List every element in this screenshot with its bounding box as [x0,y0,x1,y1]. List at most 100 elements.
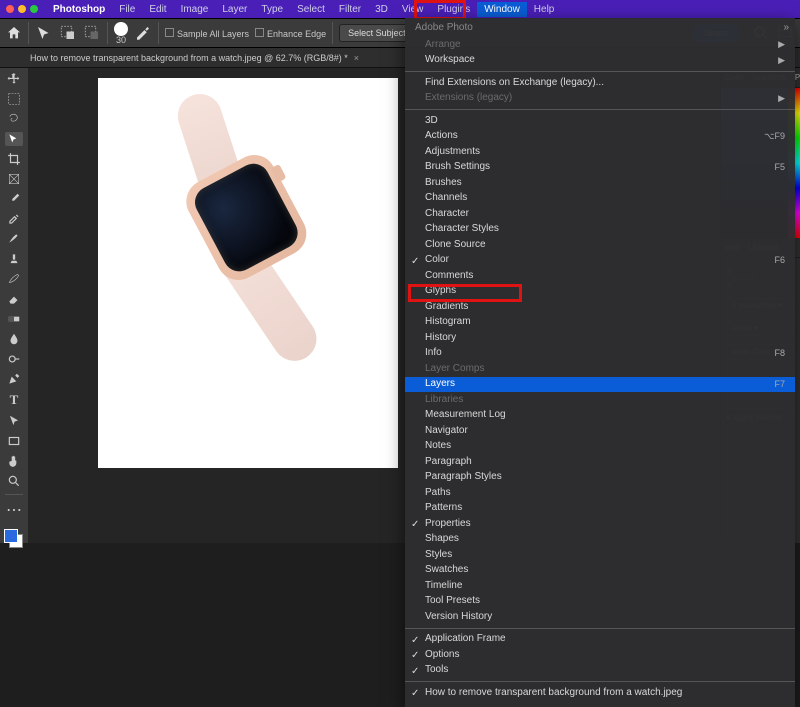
menubar: Photoshop File Edit Image Layer Type Sel… [0,0,800,18]
menu-item-options[interactable]: ✓Options [405,647,795,663]
menu-item-info[interactable]: InfoF8 [405,346,795,362]
document-artboard [98,78,398,468]
menu-item-channels[interactable]: Channels [405,191,795,207]
menu-item-3d[interactable]: 3D [405,113,795,129]
brush-size-preview[interactable]: 30 [114,22,128,45]
menu-item-navigator[interactable]: Navigator [405,423,795,439]
select-subject-button[interactable]: Select Subject [339,24,415,42]
enhance-edge-checkbox[interactable]: Enhance Edge [255,28,326,39]
menu-item-notes[interactable]: Notes [405,439,795,455]
menu-image[interactable]: Image [174,2,216,17]
menu-item-swatches[interactable]: Swatches [405,563,795,579]
menu-item-application-frame[interactable]: ✓Application Frame [405,632,795,648]
menu-item-history[interactable]: History [405,330,795,346]
frame-tool-icon[interactable] [5,172,23,186]
maximize-window-icon[interactable] [30,5,38,13]
minimize-window-icon[interactable] [18,5,26,13]
menu-window[interactable]: Window [477,2,527,17]
menu-edit[interactable]: Edit [142,2,173,17]
menu-item-brushes[interactable]: Brushes [405,175,795,191]
window-menu-dropdown: » Adobe Photo Arrange▶Workspace▶ Find Ext… [405,18,795,707]
window-controls [6,5,38,13]
document-tab[interactable]: How to remove transparent background fro… [30,53,348,63]
menu-item-how-to-remove-transparent-background-from-a-watch-jpeg[interactable]: ✓How to remove transparent background fr… [405,685,795,701]
brush-settings-icon[interactable] [134,24,152,42]
hand-tool-icon[interactable] [5,454,23,468]
menu-item-layer-comps: Layer Comps [405,361,795,377]
menu-item-layers[interactable]: LayersF7 [405,377,795,393]
foreground-color-swatch[interactable] [4,529,18,543]
menu-item-glyphs[interactable]: Glyphs [405,284,795,300]
collapse-menu-icon[interactable]: » [783,22,789,33]
menu-item-timeline[interactable]: Timeline [405,578,795,594]
menu-select[interactable]: Select [290,2,332,17]
edit-toolbar-icon[interactable]: ⋯ [5,501,23,519]
menu-help[interactable]: Help [527,2,562,17]
dodge-tool-icon[interactable] [5,352,23,366]
marquee-tool-icon[interactable] [5,92,23,106]
clone-stamp-tool-icon[interactable] [5,252,23,266]
menu-item-shapes[interactable]: Shapes [405,532,795,548]
tools-panel: T ⋯ [0,68,28,543]
blur-tool-icon[interactable] [5,332,23,346]
healing-brush-tool-icon[interactable] [5,212,23,226]
quick-select-tool-icon[interactable] [35,24,53,42]
path-selection-tool-icon[interactable] [5,414,23,428]
menu-item-actions[interactable]: Actions⌥F9 [405,129,795,145]
home-icon[interactable] [6,25,22,41]
menu-item-adjustments[interactable]: Adjustments [405,144,795,160]
menu-item-properties[interactable]: ✓Properties [405,516,795,532]
move-tool-icon[interactable] [5,72,23,86]
menu-layer[interactable]: Layer [215,2,254,17]
menu-3d[interactable]: 3D [368,2,395,17]
crop-tool-icon[interactable] [5,152,23,166]
menu-item-gradients[interactable]: Gradients [405,299,795,315]
eraser-tool-icon[interactable] [5,292,23,306]
menu-item-color[interactable]: ✓ColorF6 [405,253,795,269]
history-brush-tool-icon[interactable] [5,272,23,286]
menu-item-paragraph[interactable]: Paragraph [405,454,795,470]
menu-item-tool-presets[interactable]: Tool Presets [405,594,795,610]
menu-filter[interactable]: Filter [332,2,368,17]
menu-item-comments[interactable]: Comments [405,268,795,284]
menu-item-character[interactable]: Character [405,206,795,222]
pen-tool-icon[interactable] [5,372,23,386]
add-selection-icon[interactable] [59,24,77,42]
menu-item-workspace[interactable]: Workspace▶ [405,53,795,69]
eyedropper-tool-icon[interactable] [5,192,23,206]
menu-item-histogram[interactable]: Histogram [405,315,795,331]
subtract-selection-icon[interactable] [83,24,101,42]
menu-item-tools[interactable]: ✓Tools [405,663,795,679]
menu-header: Adobe Photo [405,18,795,37]
lasso-tool-icon[interactable] [5,112,23,126]
type-tool-icon[interactable]: T [5,392,23,408]
close-tab-icon[interactable]: × [354,53,359,63]
rectangle-tool-icon[interactable] [5,434,23,448]
menu-item-paths[interactable]: Paths [405,485,795,501]
menu-item-measurement-log[interactable]: Measurement Log [405,408,795,424]
sample-all-layers-checkbox[interactable]: Sample All Layers [165,28,249,39]
gradient-tool-icon[interactable] [5,312,23,326]
menu-item-styles[interactable]: Styles [405,547,795,563]
quick-selection-tool-icon[interactable] [5,132,23,146]
menu-file[interactable]: File [112,2,142,17]
close-window-icon[interactable] [6,5,14,13]
menu-item-brush-settings[interactable]: Brush SettingsF5 [405,160,795,176]
menu-view[interactable]: View [395,2,431,17]
menu-item-clone-source[interactable]: Clone Source [405,237,795,253]
menu-item-character-styles[interactable]: Character Styles [405,222,795,238]
menu-item-libraries: Libraries [405,392,795,408]
menu-item-find-extensions-on-exchange-legacy[interactable]: Find Extensions on Exchange (legacy)... [405,75,795,91]
brush-tool-icon[interactable] [5,232,23,246]
brush-size-value: 30 [116,36,126,45]
menu-item-version-history[interactable]: Version History [405,609,795,625]
menu-item-patterns[interactable]: Patterns [405,501,795,517]
menu-app[interactable]: Photoshop [46,2,112,17]
zoom-tool-icon[interactable] [5,474,23,488]
menu-item-extensions-legacy: Extensions (legacy)▶ [405,91,795,107]
menu-item-paragraph-styles[interactable]: Paragraph Styles [405,470,795,486]
color-swatches[interactable] [4,529,24,543]
menu-plugins[interactable]: Plugins [430,2,477,17]
menu-type[interactable]: Type [254,2,290,17]
menu-item-arrange: Arrange▶ [405,37,795,53]
